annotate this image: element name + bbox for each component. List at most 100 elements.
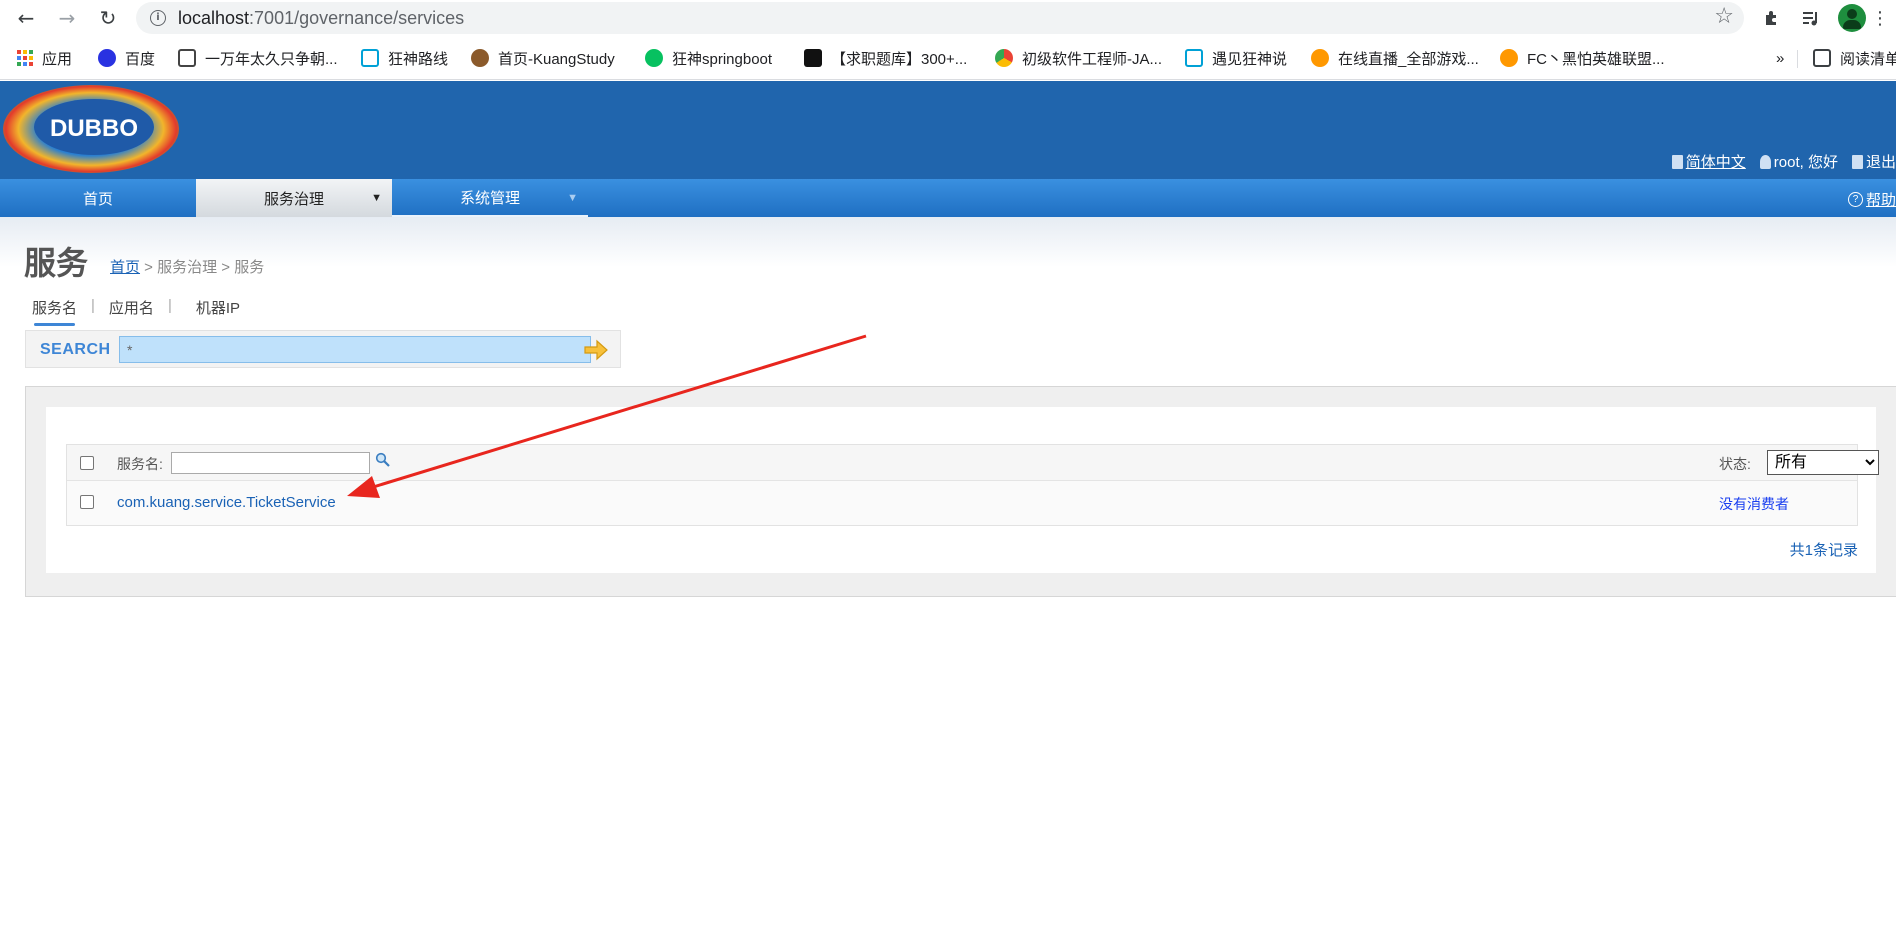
bookmark-item[interactable]: 首页-KuangStudy [471,46,615,70]
tab-service-name[interactable]: 服务名 [32,297,77,326]
search-box: SEARCH [25,330,621,368]
consumer-status-link[interactable]: 没有消费者 [1719,494,1789,514]
profile-avatar[interactable] [1838,4,1866,32]
wechat-icon [645,49,663,67]
title-band [0,217,1896,267]
browser-toolbar: ← → ↻ i localhost:7001/governance/servic… [0,0,1896,36]
forward-icon[interactable]: → [53,4,81,32]
menu-home[interactable]: 首页 [0,179,196,217]
bookmark-label: 应用 [42,50,73,68]
magnifier-icon[interactable] [375,452,391,468]
bookmark-item[interactable]: 【求职题库】300+... [804,46,967,70]
kuangstudy-icon [471,49,489,67]
menu-system-label: 系统管理 [459,189,520,207]
breadcrumb: 首页 > 服务治理 > 服务 [110,256,264,277]
site-info-icon[interactable]: i [150,10,166,26]
user-icon [1759,154,1771,169]
help-link[interactable]: ? 帮助 [1847,189,1896,210]
table-row: com.kuang.service.TicketService 没有消费者 [67,481,1857,525]
bookmarks-divider [1797,50,1798,68]
search-tabs: 服务名 | 应用名 | 机器IP [32,297,240,326]
bookmark-item[interactable]: 狂神springboot [645,46,772,70]
bookmark-label: 一万年太久只争朝... [205,50,338,68]
bookmark-item[interactable]: 一万年太久只争朝... [178,46,338,70]
address-bar[interactable]: i localhost:7001/governance/services ☆ [136,2,1744,34]
language-label: 简体中文 [1685,154,1746,171]
baidu-paw-icon [98,49,116,67]
bookmark-item[interactable]: 狂神路线 [361,46,448,70]
app-header: DUBBO 简体中文 root, 您好 退出 [0,81,1896,179]
url-path: :7001/governance/services [249,8,465,28]
bookmark-item[interactable]: FC丶黑怕英雄联盟... [1500,46,1665,70]
breadcrumb-rest: > 服务治理 > 服务 [140,259,265,276]
bookmarks-bar: 应用 百度 一万年太久只争朝... 狂神路线 首页-KuangStudy 狂神s… [0,36,1896,80]
extensions-icon[interactable] [1758,4,1786,32]
record-count: 共1条记录 [1789,542,1858,559]
bilibili-icon [361,49,379,67]
caret-down-icon: ▼ [371,192,382,204]
url-host: localhost [178,8,250,28]
bookmark-label: 【求职题库】300+... [831,50,968,68]
logout-link[interactable]: 退出 [1851,151,1896,172]
bookmark-label: 初级软件工程师-JA... [1022,50,1163,68]
chrome-menu-icon[interactable]: ⋮ [1870,4,1890,32]
bookmark-label: 百度 [125,50,156,68]
logout-label: 退出 [1865,154,1896,171]
chrome-page-icon [995,49,1013,67]
back-icon[interactable]: ← [12,4,40,32]
main-menu: 首页 服务治理 ▼ 系统管理 ▼ ? 帮助 [0,179,1896,217]
document-icon [1671,154,1683,169]
bookmark-label: 狂神路线 [388,50,449,68]
breadcrumb-home-link[interactable]: 首页 [110,259,140,276]
bookmark-item[interactable]: 初级软件工程师-JA... [995,46,1162,70]
service-filter-label: 服务名: [117,456,163,472]
service-name-link[interactable]: com.kuang.service.TicketService [117,494,336,511]
bookmark-item[interactable]: 遇见狂神说 [1185,46,1287,70]
search-label: SEARCH [40,341,111,358]
language-link[interactable]: 简体中文 [1671,151,1746,172]
status-filter-select[interactable]: 所有 [1767,450,1879,475]
tab-app-name[interactable]: 应用名 [109,297,154,318]
reading-list-label: 阅读清单 [1840,50,1896,68]
dubbo-logo[interactable]: DUBBO [2,83,180,175]
bookmark-label: 遇见狂神说 [1212,50,1288,68]
reading-list-button[interactable]: 阅读清单 [1813,46,1896,70]
url-text[interactable]: localhost:7001/governance/services [178,8,464,29]
services-table: 服务名: 状态: 所有 com.kuang.service.TicketServ… [66,444,1879,526]
caret-down-icon: ▼ [567,192,578,204]
help-label: 帮助 [1865,192,1896,209]
status-filter-label: 状态: [1719,456,1751,472]
tab-separator: | [167,297,172,314]
service-filter-input[interactable] [171,452,370,474]
select-all-checkbox[interactable] [80,456,94,470]
bookmark-baidu[interactable]: 百度 [98,46,155,70]
bilibili-icon [1185,49,1203,67]
search-go-arrow-icon[interactable] [583,339,609,361]
bookmark-apps[interactable]: 应用 [17,46,72,70]
menu-system[interactable]: 系统管理 ▼ [392,179,588,217]
bookmark-item[interactable]: 在线直播_全部游戏... [1311,46,1479,70]
reload-icon[interactable]: ↻ [94,4,122,32]
row-checkbox[interactable] [80,495,94,509]
bookmark-star-icon[interactable]: ☆ [1714,4,1734,29]
bookmark-label: 狂神springboot [672,50,773,68]
live-stream-icon [1500,49,1518,67]
bookmark-label: 在线直播_全部游戏... [1338,50,1479,68]
menu-governance[interactable]: 服务治理 ▼ [196,179,392,217]
results-panel: 服务名: 状态: 所有 com.kuang.service.TicketServ… [25,386,1896,597]
media-queue-icon[interactable] [1797,4,1825,32]
tab-separator: | [91,297,95,314]
bookmark-label: FC丶黑怕英雄联盟... [1527,50,1665,68]
results-container: 服务名: 状态: 所有 com.kuang.service.TicketServ… [46,407,1879,573]
page-title: 服务 [24,245,89,281]
apps-grid-icon [17,50,33,66]
search-input[interactable] [119,336,591,363]
nowcoder-icon [804,49,822,67]
logo-text: DUBBO [50,115,138,142]
table-header: 服务名: 状态: 所有 [67,445,1879,481]
bookmarks-overflow-button[interactable]: » [1776,46,1784,70]
tab-machine-ip[interactable]: 机器IP [196,297,240,318]
reading-list-icon [1813,49,1831,67]
help-icon: ? [1847,192,1863,207]
user-greeting: root, 您好 [1759,151,1838,172]
